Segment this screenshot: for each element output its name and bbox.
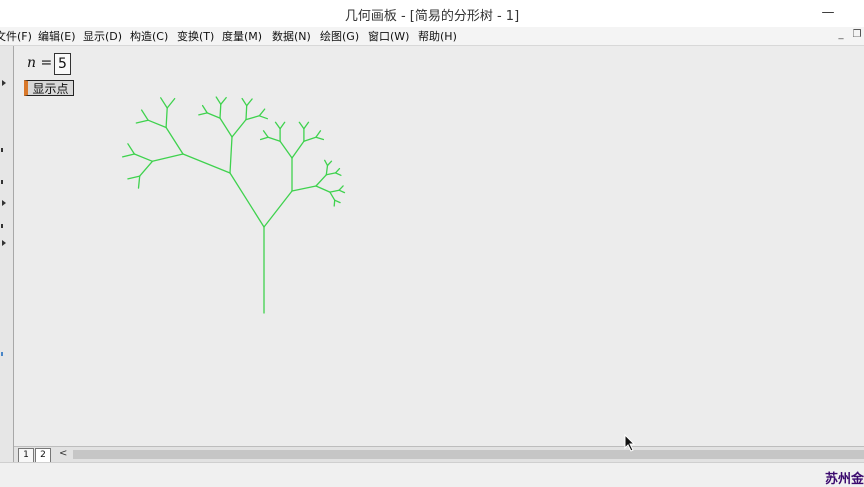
tree-branch (291, 185, 317, 192)
tree-branch (315, 174, 327, 187)
tree-branch (219, 117, 233, 138)
tree-branch (325, 164, 329, 176)
tree-branch (165, 126, 184, 155)
tree-branch (338, 185, 344, 191)
parameter-label: n = (27, 55, 52, 71)
tree-branch (160, 97, 168, 109)
tree-branch (262, 130, 269, 138)
tree-branch (121, 153, 136, 158)
page-tab-2[interactable]: 2 (35, 448, 51, 463)
tree-branch (206, 112, 221, 119)
tree-branch (333, 199, 336, 207)
tree-branch (267, 136, 281, 142)
tree-branch (165, 107, 168, 129)
tree-branch (303, 121, 310, 130)
tree-branch (127, 175, 141, 180)
parameter-name: n (27, 55, 37, 71)
tree-branch (245, 115, 260, 121)
tree-branch (147, 119, 167, 129)
status-bar: 苏州金 (0, 462, 864, 487)
fractal-tree (121, 96, 346, 314)
tree-branch (166, 97, 176, 109)
tree-branch (246, 98, 253, 107)
tree-branch (263, 190, 293, 228)
tree-branch (298, 121, 305, 130)
tree-branch (127, 143, 136, 155)
tree-branch (245, 105, 248, 121)
tree-branch (334, 167, 341, 174)
tree-branch (279, 140, 293, 159)
tree-branch (135, 119, 149, 124)
tree-branch (315, 136, 325, 141)
tree-branch (334, 172, 342, 176)
tree-branch (201, 104, 208, 114)
tree-branch (241, 97, 248, 107)
tree-branch (334, 199, 341, 204)
tree-branch (220, 96, 227, 105)
tree-branch (229, 172, 265, 228)
tree-branch (329, 191, 336, 201)
tree-branch (325, 172, 337, 176)
tree-branch (324, 159, 329, 167)
tree-branch (229, 136, 233, 174)
mouse-cursor-icon (624, 434, 636, 452)
tree-branch (326, 160, 333, 167)
page-tab-bar: 1 2 < (14, 446, 864, 463)
tree-branch (303, 136, 317, 142)
tree-branch (182, 153, 231, 174)
tree-branch (139, 160, 154, 177)
tree-branch (140, 109, 149, 121)
tree-branch (133, 153, 154, 162)
tree-branch (231, 118, 247, 138)
tree-branch (259, 136, 269, 141)
tree-branch (329, 189, 340, 193)
scroll-left-icon[interactable]: < (59, 448, 67, 459)
tree-branch (219, 103, 222, 119)
show-points-button[interactable]: 显示点 (24, 80, 74, 96)
page-tab-1[interactable]: 1 (18, 448, 34, 463)
tree-branch (315, 130, 322, 138)
tree-branch (338, 189, 346, 194)
tree-branch (274, 121, 281, 130)
tree-branch (198, 112, 208, 116)
horizontal-scrollbar[interactable] (73, 450, 864, 459)
tree-branch (215, 96, 222, 105)
tree-branch (258, 115, 269, 120)
tree-branch (258, 108, 266, 117)
watermark-text: 苏州金 (824, 472, 864, 487)
parameter-value-field[interactable]: 5 (54, 53, 71, 75)
tree-branch (315, 185, 331, 193)
parameter-equals: = (40, 55, 53, 71)
tree-branch (151, 153, 184, 162)
tree-branch (137, 175, 141, 189)
tree-branch (279, 121, 286, 130)
tree-branch (291, 140, 305, 159)
